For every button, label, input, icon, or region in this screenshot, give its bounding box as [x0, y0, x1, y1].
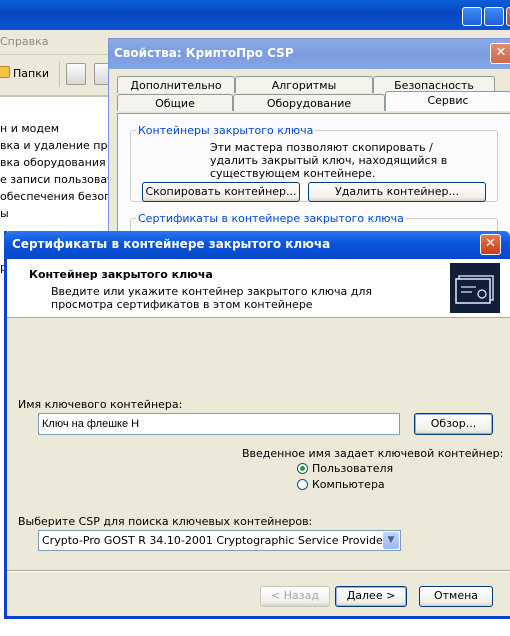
footer-separator: [7, 570, 510, 572]
wizard-header: Контейнер закрытого ключа Введите или ук…: [7, 259, 510, 318]
tab-general[interactable]: Общие: [117, 94, 233, 111]
delete-container-button[interactable]: Удалить контейнер...: [308, 182, 486, 202]
menu-help[interactable]: Справка: [0, 35, 48, 48]
csp-select-value: Crypto-Pro GOST R 34.10-2001 Cryptograph…: [42, 534, 388, 547]
properties-title: Свойства: КриптоПро CSP: [114, 46, 294, 60]
tab-advanced[interactable]: Дополнительно: [117, 76, 235, 93]
group-legend-certificates: Сертификаты в контейнере закрытого ключа: [136, 212, 406, 225]
radio-user[interactable]: [297, 463, 308, 474]
list-item[interactable]: н и модем: [0, 122, 110, 135]
csp-label: Выберите CSP для поиска ключевых контейн…: [18, 515, 313, 528]
dialog-close-icon[interactable]: ✕: [480, 234, 501, 255]
cryptopro-properties-window: Свойства: КриптоПро CSP ✕ Дополнительно …: [108, 38, 510, 260]
container-name-input[interactable]: [38, 413, 400, 435]
list-item[interactable]: вка и удаление прогр: [0, 139, 110, 152]
container-name-label-text: Имя ключевого контейнера:: [18, 398, 183, 411]
tab-algorithms[interactable]: Алгоритмы: [235, 76, 373, 93]
control-panel-list: н и модем вка и удаление прогр вка обору…: [0, 96, 110, 237]
radio-caption: Введенное имя задает ключевой контейнер:: [242, 447, 504, 460]
csp-select[interactable]: Crypto-Pro GOST R 34.10-2001 Cryptograph…: [38, 530, 401, 551]
list-item[interactable]: ы: [0, 207, 110, 220]
properties-close-icon[interactable]: ✕: [490, 43, 510, 64]
maximize-icon[interactable]: [484, 7, 504, 26]
certificate-icon: [450, 263, 500, 313]
group-legend-containers: Контейнеры закрытого ключа: [136, 124, 316, 137]
container-name-label: Имя ключевого контейнера:: [18, 398, 182, 411]
dialog-title: Сертификаты в контейнере закрытого ключа: [12, 237, 331, 251]
list-item[interactable]: обеспечения безопас: [0, 190, 110, 203]
cancel-button[interactable]: Отмена: [419, 586, 493, 607]
chevron-down-icon[interactable]: ▼: [383, 532, 399, 549]
radio-user-label[interactable]: Пользователя: [312, 462, 393, 475]
properties-titlebar: Свойства: КриптоПро CSP ✕: [109, 39, 510, 69]
move-to-icon[interactable]: [66, 63, 86, 85]
containers-description: Эти мастера позволяют скопировать / удал…: [210, 141, 448, 180]
wizard-header-title: Контейнер закрытого ключа: [29, 268, 213, 281]
tab-service[interactable]: Сервис: [385, 91, 510, 111]
minimize-icon[interactable]: [462, 7, 482, 26]
service-tab-panel: Контейнеры закрытого ключа Эти мастера п…: [117, 113, 510, 260]
folder-icon: [0, 66, 10, 78]
radio-computer-label[interactable]: Компьютера: [312, 478, 385, 491]
toolbar-separator: [59, 61, 60, 87]
browse-button[interactable]: Обзор...: [414, 413, 493, 435]
list-item[interactable]: е записи пользовате: [0, 173, 110, 186]
background-window-titlebar: [0, 0, 510, 30]
list-item[interactable]: вка оборудования: [0, 156, 110, 169]
dialog-titlebar: Сертификаты в контейнере закрытого ключа: [4, 231, 510, 259]
radio-computer[interactable]: [297, 479, 308, 490]
wizard-header-subtitle: Введите или укажите контейнер закрытого …: [51, 285, 372, 311]
back-button[interactable]: < Назад: [260, 586, 330, 607]
next-button[interactable]: Далее >: [335, 586, 407, 607]
copy-container-button[interactable]: Скопировать контейнер...: [142, 182, 300, 202]
tab-hardware[interactable]: Оборудование: [233, 94, 385, 111]
close-icon[interactable]: [506, 7, 510, 26]
folders-button[interactable]: Папки: [13, 67, 49, 80]
